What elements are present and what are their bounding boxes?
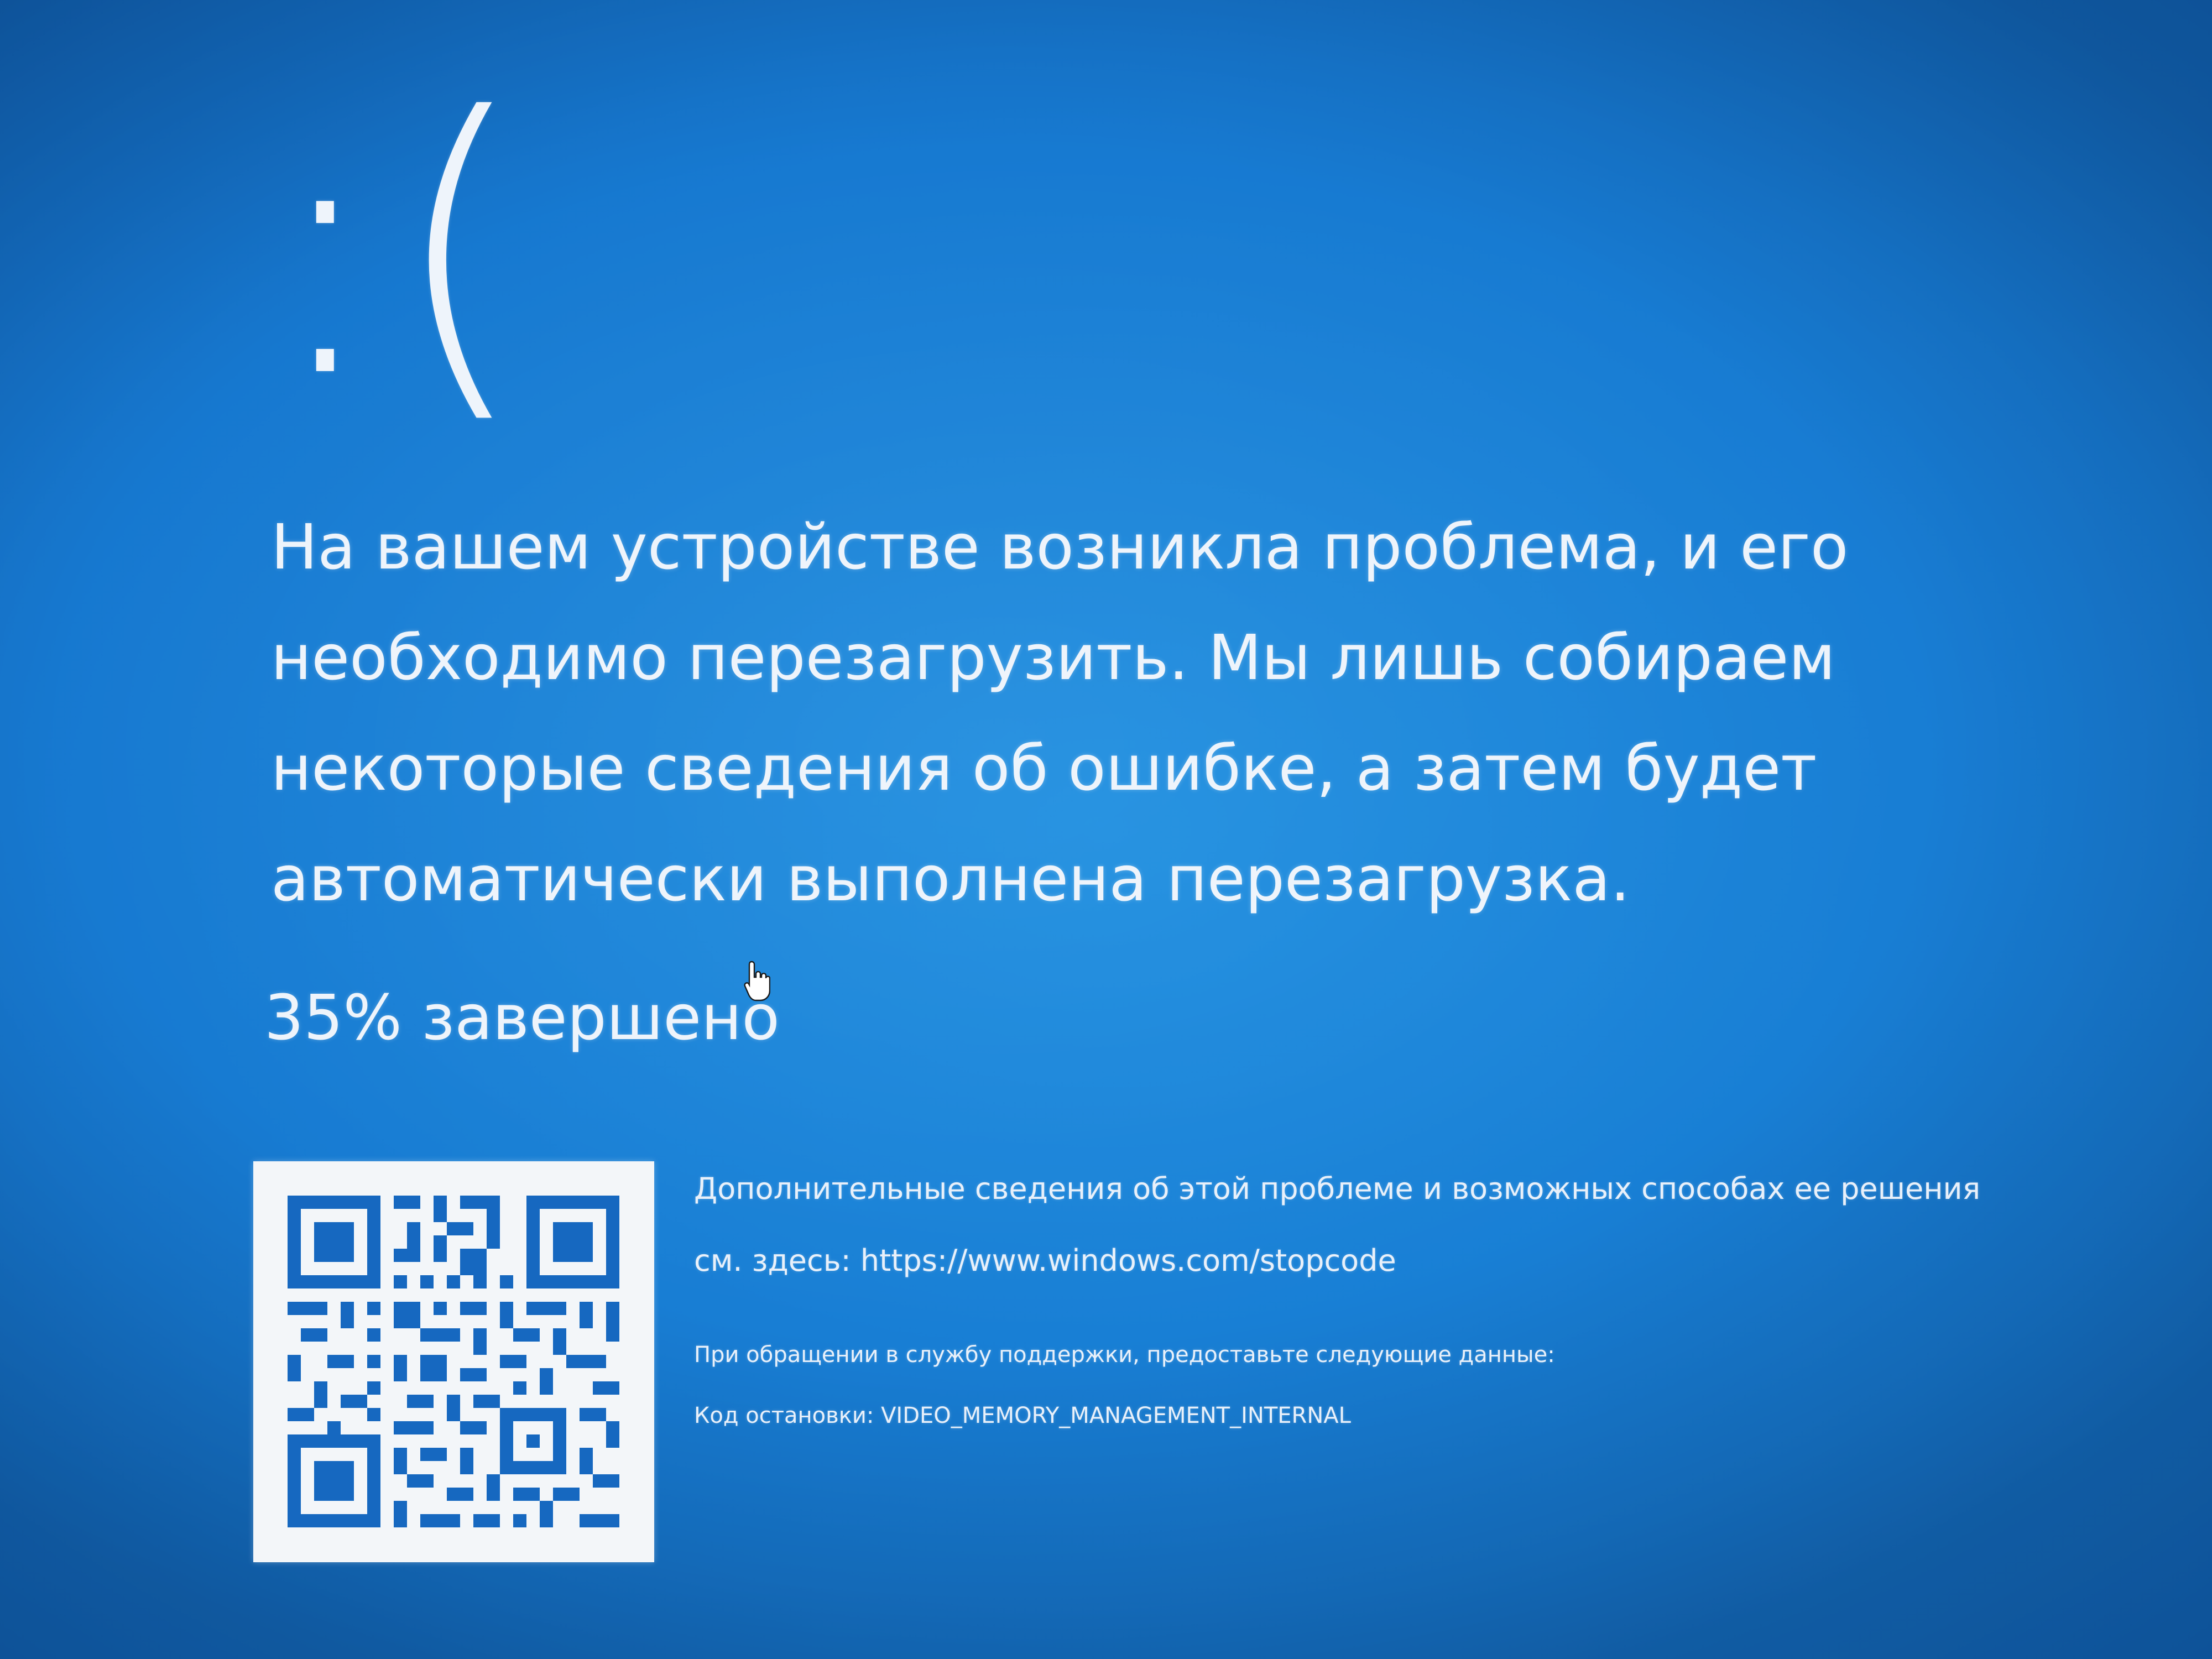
sad-face-emoticon: :( (265, 43, 534, 455)
stopcode-link-text: см. здесь: https://www.windows.com/stopc… (694, 1243, 1396, 1278)
error-message-line-2: необходимо перезагрузить. Мы лишь собира… (271, 622, 1835, 694)
error-message: На вашем устройстве возникла проблема, и… (271, 492, 1875, 935)
support-instructions: При обращении в службу поддержки, предос… (694, 1342, 1555, 1368)
progress-text: 35% завершено (264, 982, 780, 1054)
hand-pointer-icon (744, 961, 770, 1001)
qr-code (253, 1161, 654, 1562)
more-info-text: Дополнительные сведения об этой проблеме… (694, 1171, 1981, 1206)
qr-code-icon (288, 1196, 619, 1527)
stop-code: Код остановки: VIDEO_MEMORY_MANAGEMENT_I… (694, 1403, 1351, 1428)
error-message-line-4: автоматически выполнена перезагрузка. (271, 843, 1630, 915)
support-info: Дополнительные сведения об этой проблеме… (694, 1153, 2159, 1446)
error-message-line-3: некоторые сведения об ошибке, а затем бу… (271, 733, 1817, 805)
error-message-line-1: На вашем устройстве возникла проблема, и… (271, 512, 1849, 583)
